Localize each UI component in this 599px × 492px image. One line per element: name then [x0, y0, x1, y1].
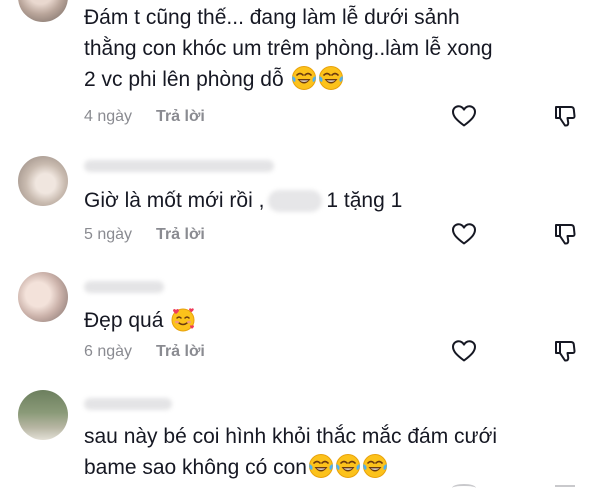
comment-time: 5 ngày	[84, 226, 133, 243]
comment-text: Giờ là mốt mới rồi , 1 tặng 1	[84, 185, 402, 216]
reply-button[interactable]: Trả lời	[156, 226, 205, 244]
face-with-tears-of-joy-icon	[308, 453, 334, 479]
comment-line: bame sao không có con	[84, 452, 497, 483]
commenter-avatar[interactable]	[18, 272, 68, 322]
comment-text: Đẹp quá	[84, 305, 196, 336]
comment-text-part: Đẹp quá	[84, 309, 164, 332]
comment-line: sau này bé coi hình khỏi thắc mắc đám cư…	[84, 425, 498, 448]
smiling-face-with-hearts-icon	[170, 306, 196, 332]
comment-meta: 5 ngày Trả lời	[84, 226, 205, 244]
commenter-avatar[interactable]	[18, 156, 68, 206]
dislike-icon[interactable]	[553, 222, 577, 246]
face-with-tears-of-joy-icon	[291, 65, 317, 91]
face-with-tears-of-joy-icon	[362, 453, 388, 479]
face-with-tears-of-joy-icon	[318, 65, 344, 91]
like-heart-icon-partial[interactable]	[452, 484, 476, 492]
comment-line: Đám t cũng thế... đang làm lễ dưới sảnh	[84, 6, 460, 29]
comment-meta: 6 ngày Trả lời	[84, 343, 205, 361]
comment-line: 2 vc phi lên phòng dỗ	[84, 64, 493, 95]
dislike-icon[interactable]	[553, 104, 577, 128]
comment-text-part: 1 tặng 1	[326, 189, 403, 212]
comment-text-part: Giờ là mốt mới rồi ,	[84, 189, 265, 212]
like-heart-icon[interactable]	[451, 339, 477, 363]
redacted-mention[interactable]	[268, 190, 323, 213]
commenter-avatar[interactable]	[18, 0, 68, 22]
commenter-avatar[interactable]	[18, 390, 68, 440]
comment-meta: 4 ngày Trả lời	[84, 108, 205, 126]
like-heart-icon[interactable]	[451, 222, 477, 246]
comment-line: thằng con khóc um trêm phòng..làm lễ xon…	[84, 37, 493, 60]
comment-time: 4 ngày	[84, 108, 133, 125]
commenter-name-redacted[interactable]	[84, 398, 172, 410]
comment-text: sau này bé coi hình khỏi thắc mắc đám cư…	[84, 421, 497, 483]
comment-text: Đám t cũng thế... đang làm lễ dưới sảnh …	[84, 2, 493, 95]
dislike-icon[interactable]	[553, 339, 577, 363]
face-with-tears-of-joy-icon	[335, 453, 361, 479]
like-heart-icon[interactable]	[451, 104, 477, 128]
commenter-name-redacted[interactable]	[84, 281, 164, 293]
dislike-icon-partial[interactable]	[555, 485, 575, 492]
reply-button[interactable]: Trả lời	[156, 108, 205, 126]
commenter-name-redacted[interactable]	[84, 160, 274, 172]
reply-button[interactable]: Trả lời	[156, 343, 205, 361]
comment-time: 6 ngày	[84, 343, 133, 360]
